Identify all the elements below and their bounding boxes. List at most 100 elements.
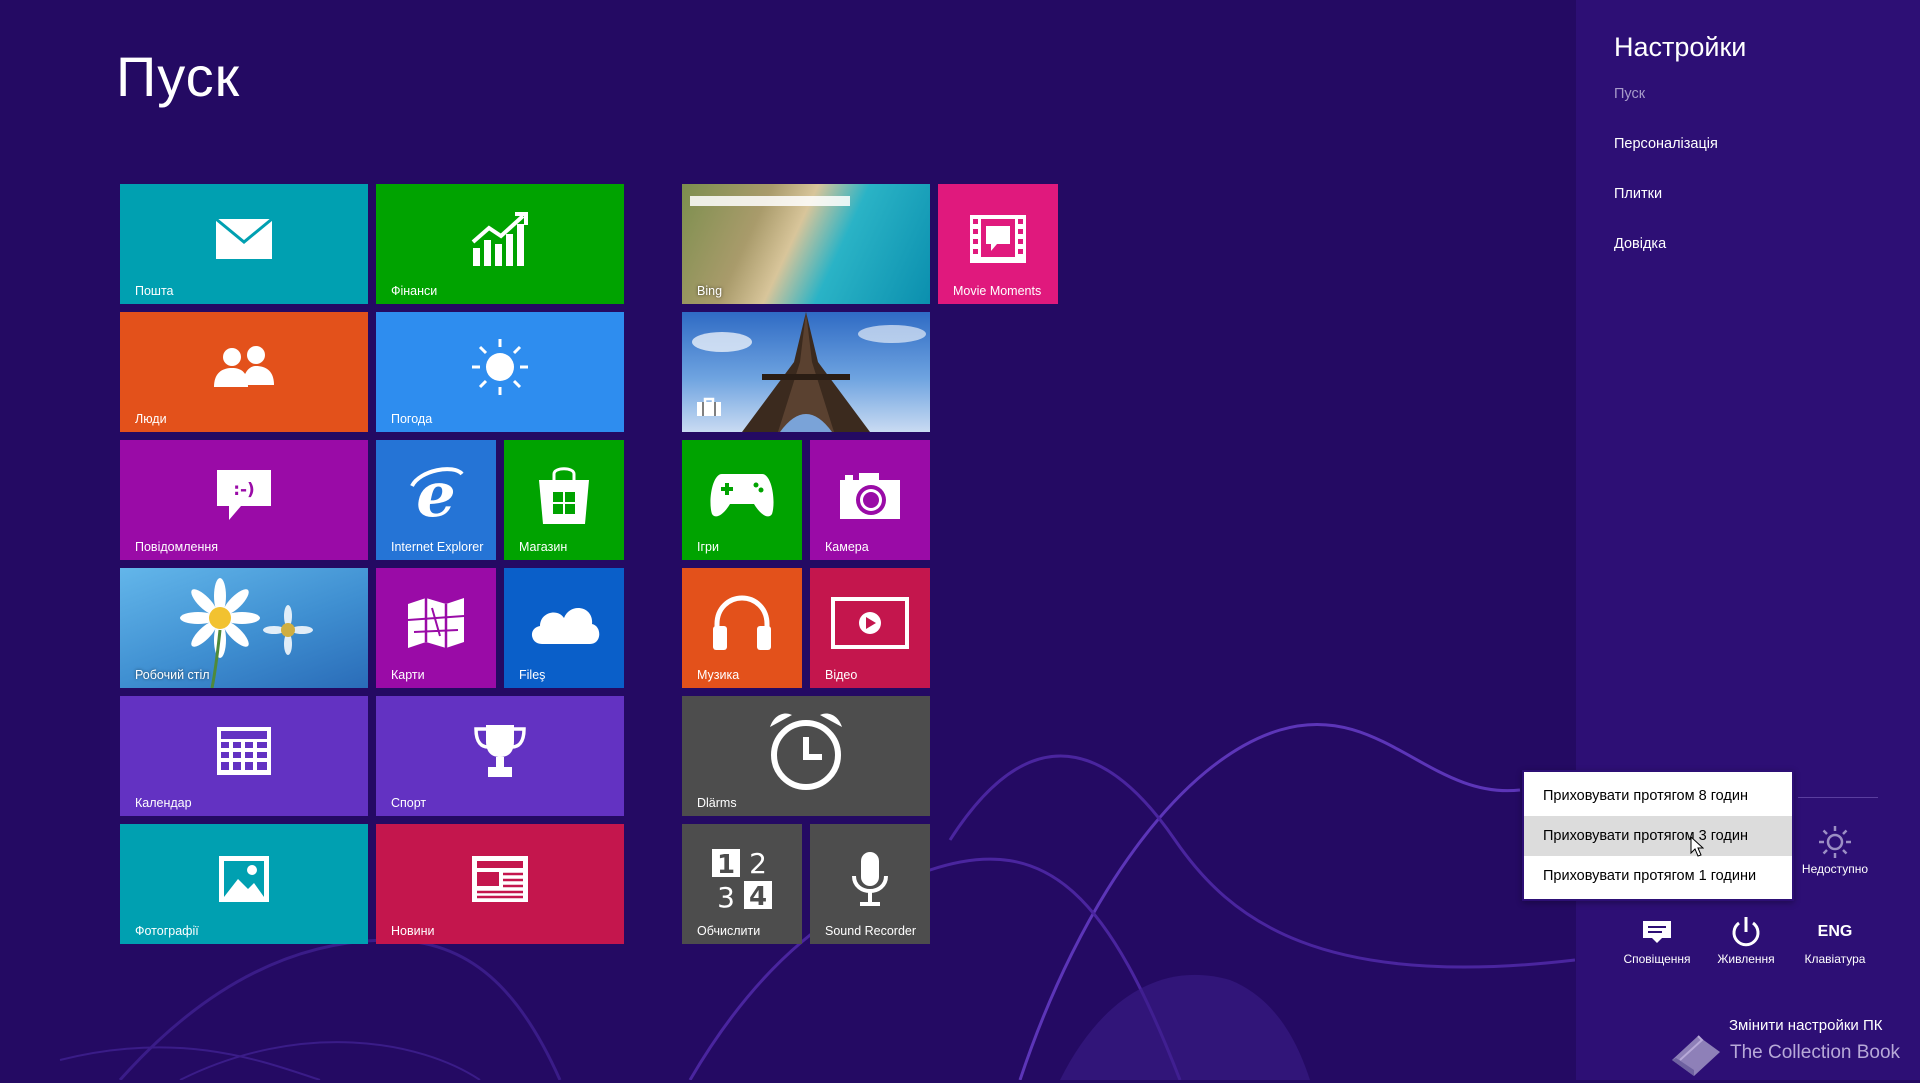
svg-text:4: 4 (749, 882, 767, 911)
tile-bing[interactable]: Bing (682, 184, 930, 304)
tile-files[interactable]: Filеş (504, 568, 624, 688)
mouse-cursor (1690, 835, 1705, 863)
cloud-icon (526, 600, 602, 646)
tile-maps[interactable]: Карти (376, 568, 496, 688)
tile-label: Новини (391, 924, 435, 938)
settings-title: Настройки (1614, 32, 1747, 62)
calculator-icon: 1 2 3 4 (710, 847, 774, 911)
film-strip-icon (969, 214, 1027, 264)
keyboard-label: Клавіатура (1804, 952, 1866, 966)
tile-camera[interactable]: Камера (810, 440, 930, 560)
tile-store[interactable]: Магазин (504, 440, 624, 560)
stock-chart-icon (471, 212, 529, 267)
panel-divider (1798, 797, 1878, 798)
tile-photos[interactable]: Фотографії (120, 824, 368, 944)
tile-label: Фотографії (135, 924, 199, 938)
tile-label: Sound Recorder (825, 924, 917, 938)
tile-label: Календар (135, 796, 192, 810)
tile-desktop[interactable]: Робочий стіл (120, 568, 368, 688)
tile-label: Камера (825, 540, 869, 554)
tile-label: Карти (391, 668, 425, 682)
tile-label: Internet Explorer (391, 540, 484, 554)
tile-calendar[interactable]: Календар (120, 696, 368, 816)
notifications-button[interactable]: Сповіщення (1612, 912, 1702, 966)
play-icon (831, 597, 909, 650)
svg-text:3: 3 (717, 881, 735, 911)
tile-label: Dlärms (697, 796, 737, 810)
brightness-button[interactable]: Недоступно (1790, 822, 1880, 876)
settings-link-help[interactable]: Довідка (1614, 236, 1666, 252)
envelope-icon (215, 218, 273, 260)
gamepad-icon (708, 472, 776, 518)
tile-label: Робочий стіл (135, 668, 210, 682)
settings-link-start[interactable]: Пуск (1614, 86, 1645, 102)
power-label: Живлення (1717, 952, 1775, 966)
trophy-icon (472, 723, 528, 779)
brightness-label: Недоступно (1801, 862, 1869, 876)
microphone-icon (850, 850, 890, 908)
tile-games[interactable]: Ігри (682, 440, 802, 560)
tile-sport[interactable]: Спорт (376, 696, 624, 816)
power-button[interactable]: Живлення (1701, 912, 1791, 966)
brightness-icon (1790, 822, 1880, 862)
svg-text:2: 2 (749, 847, 767, 880)
camera-icon (839, 470, 901, 520)
tile-label: Обчислити (697, 924, 761, 938)
tile-news[interactable]: Новини (376, 824, 624, 944)
tile-label: Спорт (391, 796, 427, 810)
book-icon (1668, 1030, 1724, 1083)
people-icon (212, 345, 276, 389)
headphones-icon (711, 594, 773, 652)
keyboard-language: ENG (1817, 923, 1853, 940)
alarm-clock-icon (766, 709, 846, 793)
tile-people[interactable]: Люди (120, 312, 368, 432)
bing-search-bar (690, 196, 850, 206)
newspaper-icon (471, 855, 529, 903)
briefcase-icon (696, 397, 722, 422)
tile-movie-moments[interactable]: Movie Moments (938, 184, 1058, 304)
picture-icon (218, 855, 270, 903)
tile-mail[interactable]: Пошта (120, 184, 368, 304)
watermark-text: The Collection Book (1730, 1042, 1901, 1063)
tile-calculator[interactable]: 1 2 3 4 Обчислити (682, 824, 802, 944)
menu-item-hide-1h[interactable]: Приховувати протягом 1 години (1524, 856, 1792, 896)
tile-finance[interactable]: Фінанси (376, 184, 624, 304)
tile-label: Bing (697, 284, 723, 298)
tile-sound-recorder[interactable]: Sound Recorder (810, 824, 930, 944)
notifications-label: Сповіщення (1623, 952, 1691, 966)
tile-label: Люди (135, 412, 167, 426)
tile-label: Відео (825, 668, 858, 682)
tile-music[interactable]: Музика (682, 568, 802, 688)
svg-text::-): :-) (233, 480, 255, 500)
change-pc-settings-link[interactable]: Змінити настройки ПК (1729, 1017, 1882, 1034)
sun-icon (470, 337, 530, 397)
tile-label: Погода (391, 412, 433, 426)
tile-internet-explorer[interactable]: e Internet Explorer (376, 440, 496, 560)
tile-label: Ігри (697, 540, 719, 554)
tile-messaging[interactable]: :-) Повідомлення (120, 440, 368, 560)
internet-explorer-icon: e (406, 466, 466, 524)
tile-label: Повідомлення (135, 540, 219, 554)
notifications-icon (1612, 912, 1702, 952)
tile-travel[interactable] (682, 312, 930, 432)
page-title: Пуск (116, 45, 241, 108)
chat-bubble-icon: :-) (215, 468, 273, 522)
tile-label: Фінанси (391, 284, 438, 298)
tile-label: Filеş (519, 668, 546, 682)
tile-label: Пошта (135, 284, 174, 298)
tile-weather[interactable]: Погода (376, 312, 624, 432)
keyboard-button[interactable]: ENG Клавіатура (1790, 912, 1880, 966)
shopping-bag-icon (537, 464, 591, 526)
hide-notifications-menu: Приховувати протягом 8 годин Приховувати… (1522, 770, 1794, 901)
svg-text:1: 1 (717, 850, 735, 880)
settings-link-tiles[interactable]: Плитки (1614, 186, 1662, 202)
map-icon (406, 596, 466, 650)
tile-label: Магазин (519, 540, 568, 554)
power-icon (1701, 912, 1791, 952)
menu-item-hide-3h[interactable]: Приховувати протягом 3 годин (1524, 816, 1792, 856)
tile-alarms[interactable]: Dlärms (682, 696, 930, 816)
tile-label: Movie Moments (953, 284, 1042, 298)
menu-item-hide-8h[interactable]: Приховувати протягом 8 годин (1524, 776, 1792, 816)
tile-video[interactable]: Відео (810, 568, 930, 688)
settings-link-personalization[interactable]: Персоналізація (1614, 136, 1718, 152)
